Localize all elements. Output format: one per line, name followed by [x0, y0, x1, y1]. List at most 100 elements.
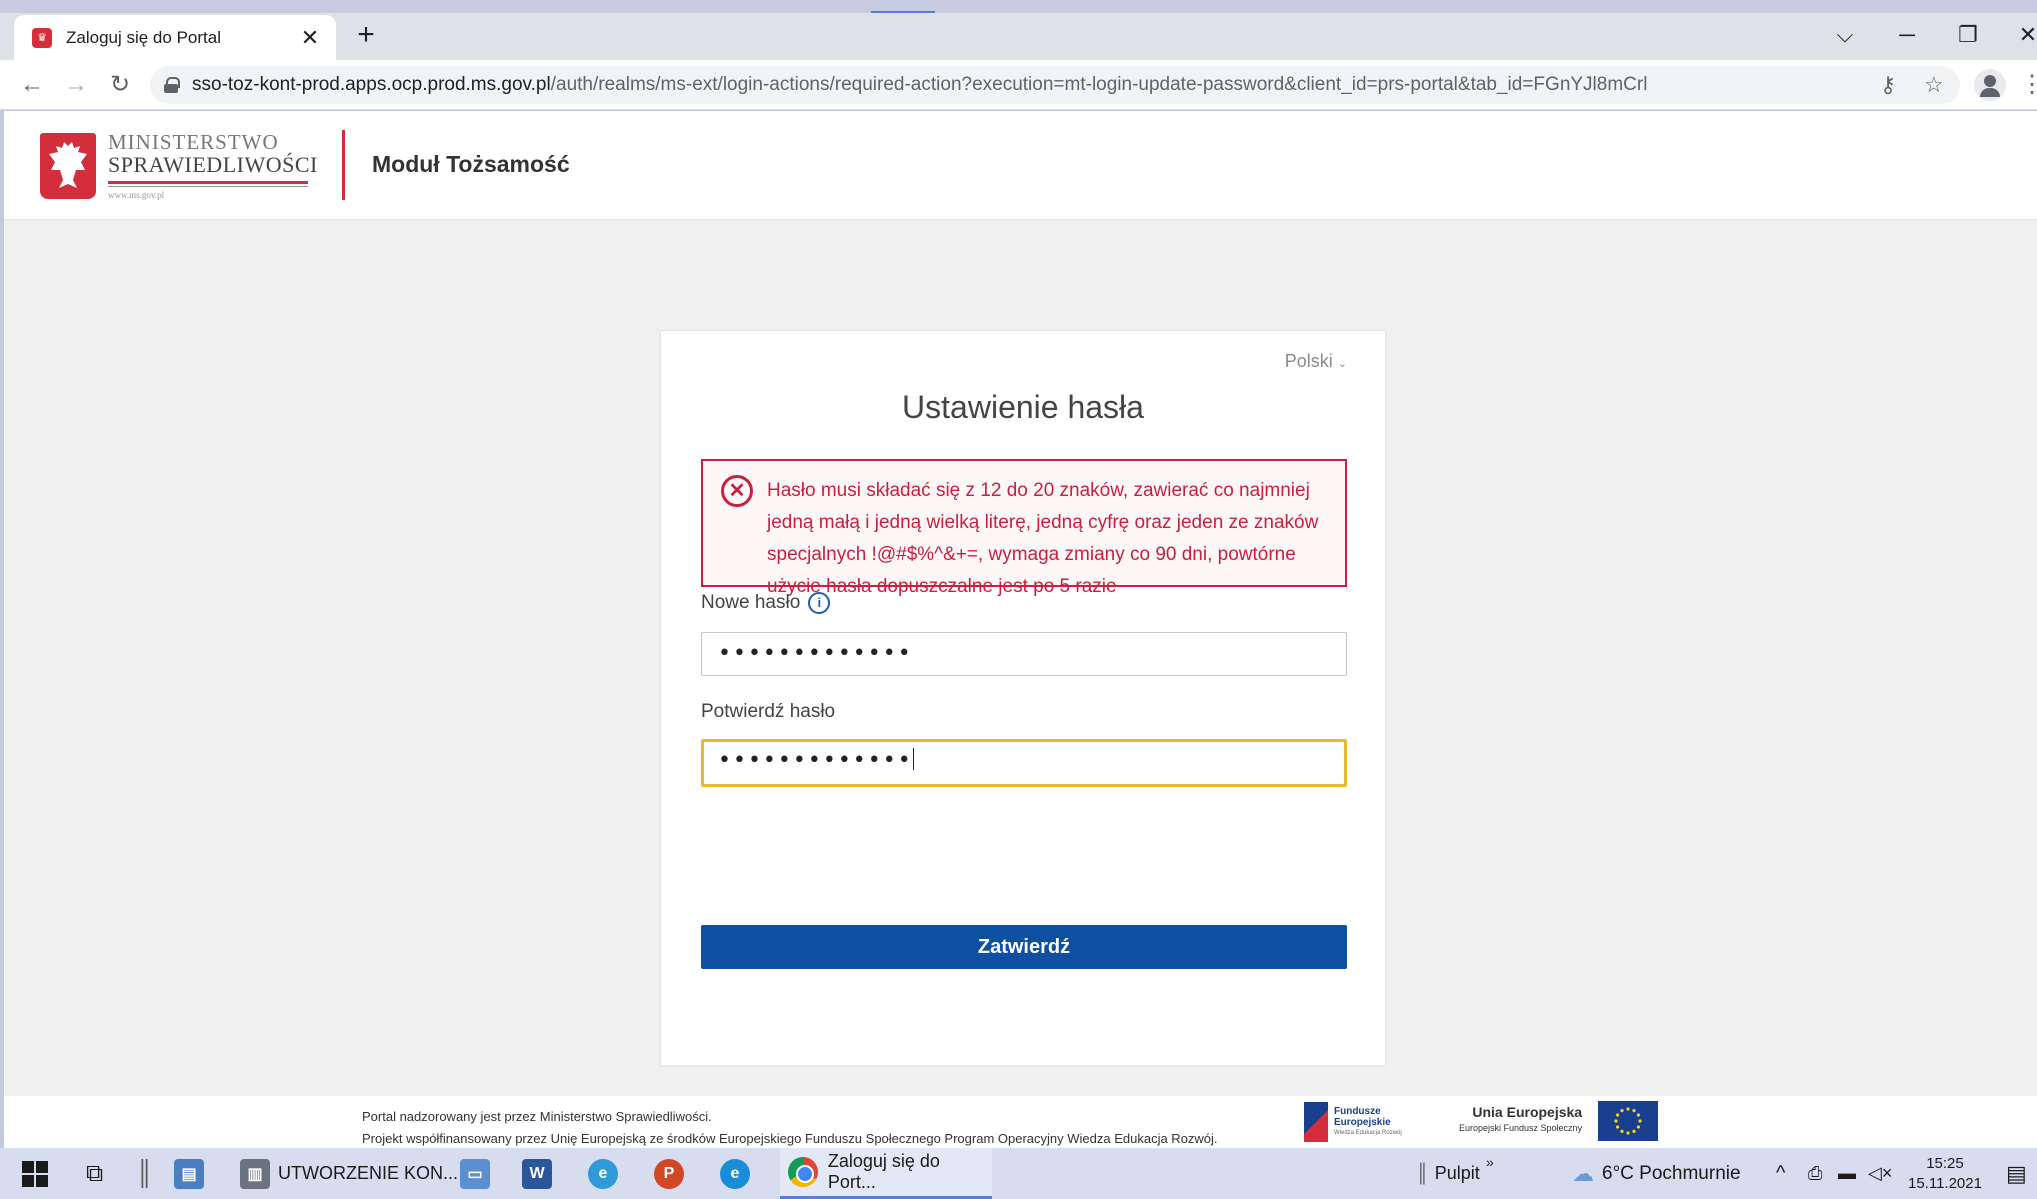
browser-tab-active[interactable]: ♛ Zaloguj się do Portal ✕ [14, 15, 336, 60]
ministry-name-line1: MINISTERSTWO [108, 130, 279, 154]
fe-line1: Fundusze [1334, 1105, 1381, 1117]
toolbar-expand-icon[interactable]: » [1486, 1136, 1494, 1187]
desktop-label: Pulpit [1434, 1163, 1480, 1183]
taskbar-app-edge[interactable]: e [720, 1148, 758, 1199]
fe-mark-icon [1304, 1102, 1328, 1142]
new-password-label-row: Nowe hasło i [701, 592, 831, 614]
taskbar-app-contacts[interactable]: ▤ [174, 1148, 212, 1199]
tab-close-icon[interactable]: ✕ [298, 25, 322, 51]
fe-line2: Europejskie [1334, 1116, 1391, 1128]
error-message: Hasło musi składać się z 12 do 20 znaków… [767, 480, 1319, 597]
toolbar-grip: ║ [1416, 1163, 1429, 1183]
fundusze-europejskie-logo: Fundusze Europejskie Wiedza Edukacja Rozwó… [1304, 1102, 1402, 1142]
desktop-toolbar[interactable]: ║ Pulpit [1416, 1148, 1480, 1199]
footer-line1: Portal nadzorowany jest przez Ministerst… [362, 1109, 712, 1124]
bookmark-star-icon[interactable]: ☆ [1924, 66, 1944, 104]
taskbar-app-ie[interactable]: e [588, 1148, 626, 1199]
module-title: Moduł Tożsamość [372, 151, 570, 177]
tab-title: Zaloguj się do Portal [66, 27, 221, 47]
logo-gray-rule [108, 186, 308, 187]
language-selector[interactable]: Polski ⌄ [1285, 351, 1347, 372]
error-alert: ✕ Hasło musi składać się z 12 do 20 znak… [701, 459, 1347, 597]
taskbar-separator: ║ [136, 1159, 154, 1187]
portal-favicon-icon: ♛ [32, 27, 52, 48]
taskbar-app-computer[interactable]: ▭ [460, 1148, 498, 1199]
new-password-input[interactable]: ••••••••••••• [701, 632, 1347, 676]
url-text: sso-toz-kont-prod.apps.ocp.prod.ms.gov.p… [192, 74, 1647, 96]
taskbar-app-word[interactable]: W [522, 1148, 560, 1199]
eu-title: Unia Europejska [1472, 1104, 1583, 1120]
polish-eagle-emblem-icon [40, 133, 96, 199]
new-password-label: Nowe hasło [701, 592, 801, 613]
contacts-app-icon: ▤ [174, 1158, 204, 1189]
reload-icon[interactable]: ↻ [104, 69, 136, 101]
fe-line3: Wiedza Edukacja Rozwój [1334, 1129, 1402, 1136]
clock-time: 15:25 [1926, 1154, 1964, 1172]
windows-logo-icon [22, 1160, 48, 1187]
computer-app-icon: ▭ [460, 1158, 490, 1189]
address-bar[interactable]: sso-toz-kont-prod.apps.ocp.prod.ms.gov.p… [150, 66, 1960, 104]
ministry-www: www.ms.gov.pl [108, 190, 165, 200]
document-app-icon: ▥ [240, 1158, 270, 1189]
text-caret [912, 748, 914, 770]
profile-avatar-icon[interactable] [1974, 69, 2006, 101]
tray-chevron-up-icon[interactable]: ^ [1776, 1148, 1785, 1199]
edge-app-icon: e [720, 1158, 750, 1189]
window-top-strip [0, 0, 2037, 13]
browser-toolbar: ← → ↻ sso-toz-kont-prod.apps.ocp.prod.ms… [0, 60, 2037, 110]
powerpoint-app-icon: P [654, 1158, 684, 1189]
task-document-label: UTWORZENIE KON... [278, 1163, 458, 1183]
internet-explorer-icon: e [588, 1158, 618, 1189]
logo-red-bar [108, 181, 308, 184]
task-view-icon[interactable]: ⧉ [86, 1148, 103, 1199]
url-host: sso-toz-kont-prod.apps.ocp.prod.ms.gov.p… [192, 74, 551, 95]
browser-menu-icon[interactable]: ⋮ [2020, 69, 2037, 101]
new-tab-icon[interactable]: + [350, 19, 382, 51]
footer-line2: Projekt współfinansowany przez Unię Euro… [362, 1131, 1218, 1146]
eu-logo-text: Unia Europejska Europejski Fundusz Społe… [1459, 1104, 1582, 1133]
restore-icon[interactable]: ❐ [1948, 19, 1988, 51]
url-path: /auth/realms/ms-ext/login-actions/requir… [550, 74, 1648, 95]
volume-muted-icon[interactable]: ◁× [1868, 1148, 1892, 1199]
weather-text: 6°C Pochmurnie [1602, 1162, 1741, 1184]
back-icon[interactable]: ← [16, 69, 48, 101]
page-footer: Portal nadzorowany jest przez Ministerst… [4, 1096, 2037, 1148]
key-icon[interactable]: ⚷ [1880, 66, 1896, 104]
ministry-name-line2: SPRAWIEDLIWOŚCI [108, 152, 318, 177]
lock-icon [164, 77, 180, 93]
page-title: Ustawienie hasła [902, 389, 1144, 425]
start-button[interactable] [22, 1148, 48, 1199]
cloud-icon: ☁ [1572, 1160, 1594, 1186]
minimize-icon[interactable]: ─ [1887, 19, 1927, 51]
eu-flag-icon [1598, 1101, 1658, 1141]
info-icon[interactable]: i [808, 592, 831, 614]
tab-search-icon[interactable]: ⌵ [1825, 19, 1865, 51]
window-close-icon[interactable]: ✕ [2008, 19, 2037, 51]
eu-subtitle: Europejski Fundusz Społeczny [1459, 1123, 1583, 1133]
weather-widget[interactable]: ☁ 6°C Pochmurnie [1572, 1148, 1741, 1199]
battery-icon[interactable]: ▬ [1838, 1148, 1856, 1199]
ministry-logo: MINISTERSTWO SPRAWIEDLIWOŚCI www.ms.gov.… [108, 131, 318, 200]
windows-taskbar: ⧉ ║ ▤ ▥ UTWORZENIE KON... ▭ W e P e Zalog… [0, 1148, 2037, 1199]
page-viewport: MINISTERSTWO SPRAWIEDLIWOŚCI www.ms.gov.… [4, 111, 2037, 1148]
submit-button[interactable]: Zatwierdź [701, 925, 1347, 969]
header-divider [342, 130, 345, 200]
confirm-password-label: Potwierdź hasło [701, 701, 836, 722]
site-header: MINISTERSTWO SPRAWIEDLIWOŚCI www.ms.gov.… [4, 111, 2037, 220]
language-label: Polski [1284, 351, 1333, 371]
confirm-password-input[interactable]: ••••••••••••• [701, 739, 1347, 787]
meet-now-icon[interactable]: ⎙ [1808, 1148, 1822, 1199]
taskbar-task-document[interactable]: ▥ UTWORZENIE KON... [240, 1148, 458, 1199]
chevron-down-icon: ⌄ [1337, 358, 1347, 370]
notifications-icon[interactable]: ▤ [2006, 1148, 2027, 1199]
forward-icon[interactable]: → [60, 69, 92, 101]
password-card: Polski ⌄ Ustawienie hasła ✕ Hasło musi s… [660, 330, 1386, 1066]
word-app-icon: W [522, 1158, 552, 1189]
browser-tab-bar: ♛ Zaloguj się do Portal ✕ + ⌵ ─ ❐ ✕ [0, 13, 2037, 60]
clock[interactable]: 15:25 15.11.2021 [1908, 1148, 1982, 1199]
clock-date: 15.11.2021 [1908, 1174, 1982, 1192]
taskbar-task-chrome[interactable]: Zaloguj się do Port... [780, 1148, 992, 1199]
chrome-app-icon [788, 1157, 818, 1187]
error-x-icon: ✕ [721, 475, 753, 507]
taskbar-app-powerpoint[interactable]: P [654, 1148, 692, 1199]
